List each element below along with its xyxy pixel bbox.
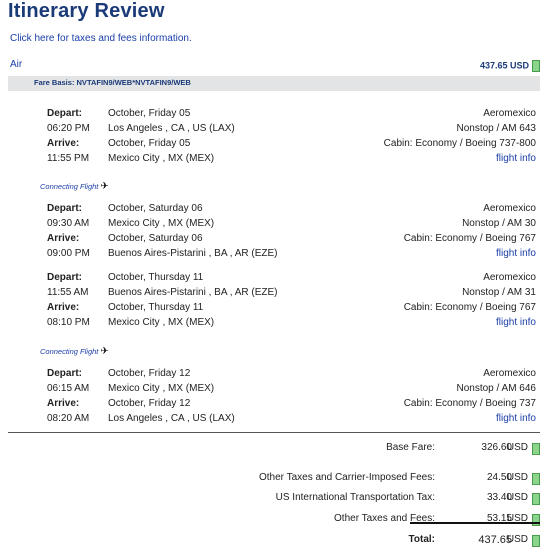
connecting-flight-label: Connecting Flight ✈ xyxy=(40,181,109,192)
currency: USD xyxy=(506,442,528,453)
total-label: Total: xyxy=(408,534,435,545)
depart-label: Depart: xyxy=(47,368,83,379)
arrive-time: 08:20 AM xyxy=(47,413,90,424)
cabin-aircraft: Cabin: Economy / Boeing 737-800 xyxy=(383,138,536,149)
currency: USD xyxy=(506,492,528,503)
arrive-city: Mexico City , MX (MEX) xyxy=(108,317,215,328)
arrive-date: October, Friday 05 xyxy=(108,138,191,149)
currency: USD xyxy=(506,472,528,483)
arrive-time: 09:00 PM xyxy=(47,248,90,259)
depart-date: October, Thursday 11 xyxy=(108,272,204,283)
money-icon xyxy=(532,443,540,455)
depart-label: Depart: xyxy=(47,108,83,119)
money-icon xyxy=(532,514,540,526)
base-fare-label: Base Fare: xyxy=(386,442,435,453)
arrive-city: Buenos Aires-Pistarini , BA , AR (EZE) xyxy=(108,248,278,259)
depart-city: Los Angeles , CA , US (LAX) xyxy=(108,123,235,134)
airline: Aeromexico xyxy=(483,368,536,379)
flight-info-link[interactable]: flight info xyxy=(496,248,536,259)
flight-number: Nonstop / AM 31 xyxy=(462,287,536,298)
cabin-aircraft: Cabin: Economy / Boeing 767 xyxy=(403,302,536,313)
arrive-label: Arrive: xyxy=(47,138,80,149)
plane-icon: ✈ xyxy=(100,346,109,357)
total-underline xyxy=(410,522,540,524)
other-fees-row: Other Taxes and Fees: 53.15 USD xyxy=(0,513,550,527)
arrive-time: 11:55 PM xyxy=(47,153,90,164)
section-air-header: Air xyxy=(10,59,23,70)
depart-label: Depart: xyxy=(47,272,83,283)
arrive-label: Arrive: xyxy=(47,302,80,313)
money-icon xyxy=(532,535,540,547)
cabin-aircraft: Cabin: Economy / Boeing 737 xyxy=(403,398,536,409)
flight-info-link[interactable]: flight info xyxy=(496,317,536,328)
flight-info-link[interactable]: flight info xyxy=(496,153,536,164)
plane-icon: ✈ xyxy=(100,181,109,192)
depart-time: 11:55 AM xyxy=(47,287,89,298)
arrive-time: 08:10 PM xyxy=(47,317,90,328)
flight-number: Nonstop / AM 646 xyxy=(456,383,537,394)
connecting-flight-text: Connecting Flight xyxy=(40,347,99,356)
arrive-label: Arrive: xyxy=(47,398,80,409)
fare-basis-bar: Fare Basis: NVTAFIN9/WEB*NVTAFIN9/WEB xyxy=(8,76,540,91)
carrier-fees-label: Other Taxes and Carrier-Imposed Fees: xyxy=(258,472,435,483)
us-tax-row: US International Transportation Tax: 33.… xyxy=(0,492,550,506)
depart-city: Mexico City , MX (MEX) xyxy=(108,383,215,394)
depart-time: 06:15 AM xyxy=(47,383,90,394)
cabin-aircraft: Cabin: Economy / Boeing 767 xyxy=(403,233,536,244)
connecting-flight-label: Connecting Flight ✈ xyxy=(40,346,109,357)
airline: Aeromexico xyxy=(483,203,536,214)
flight-number: Nonstop / AM 643 xyxy=(456,123,537,134)
taxes-fees-link[interactable]: Click here for taxes and fees informatio… xyxy=(10,33,192,44)
arrive-city: Los Angeles , CA , US (LAX) xyxy=(108,413,235,424)
depart-time: 06:20 PM xyxy=(47,123,90,134)
depart-label: Depart: xyxy=(47,203,83,214)
depart-time: 09:30 AM xyxy=(47,218,90,229)
air-total: 437.65 USD xyxy=(480,60,540,72)
flight-info-link[interactable]: flight info xyxy=(496,413,536,424)
currency: USD xyxy=(506,534,528,545)
arrive-date: October, Thursday 11 xyxy=(108,302,204,313)
section-divider xyxy=(8,432,540,433)
page-title: Itinerary Review xyxy=(8,0,165,22)
total-row: Total: 437.65 USD xyxy=(0,534,550,548)
arrive-label: Arrive: xyxy=(47,233,80,244)
base-fare-row: Base Fare: 326.60 USD xyxy=(0,442,550,456)
flight-number: Nonstop / AM 30 xyxy=(462,218,536,229)
carrier-fees-row: Other Taxes and Carrier-Imposed Fees: 24… xyxy=(0,472,550,486)
airline: Aeromexico xyxy=(483,272,536,283)
depart-date: October, Friday 05 xyxy=(108,108,191,119)
money-icon xyxy=(532,473,540,485)
air-total-amount: 437.65 USD xyxy=(479,60,529,71)
depart-city: Buenos Aires-Pistarini , BA , AR (EZE) xyxy=(108,287,278,298)
arrive-city: Mexico City , MX (MEX) xyxy=(108,153,215,164)
fare-basis: Fare Basis: NVTAFIN9/WEB*NVTAFIN9/WEB xyxy=(34,78,191,87)
money-icon xyxy=(532,60,540,72)
us-tax-label: US International Transportation Tax: xyxy=(275,492,435,503)
arrive-date: October, Saturday 06 xyxy=(108,233,203,244)
depart-date: October, Friday 12 xyxy=(108,368,191,379)
airline: Aeromexico xyxy=(483,108,536,119)
depart-date: October, Saturday 06 xyxy=(108,203,203,214)
connecting-flight-text: Connecting Flight xyxy=(40,182,99,191)
money-icon xyxy=(532,493,540,505)
arrive-date: October, Friday 12 xyxy=(108,398,191,409)
depart-city: Mexico City , MX (MEX) xyxy=(108,218,215,229)
